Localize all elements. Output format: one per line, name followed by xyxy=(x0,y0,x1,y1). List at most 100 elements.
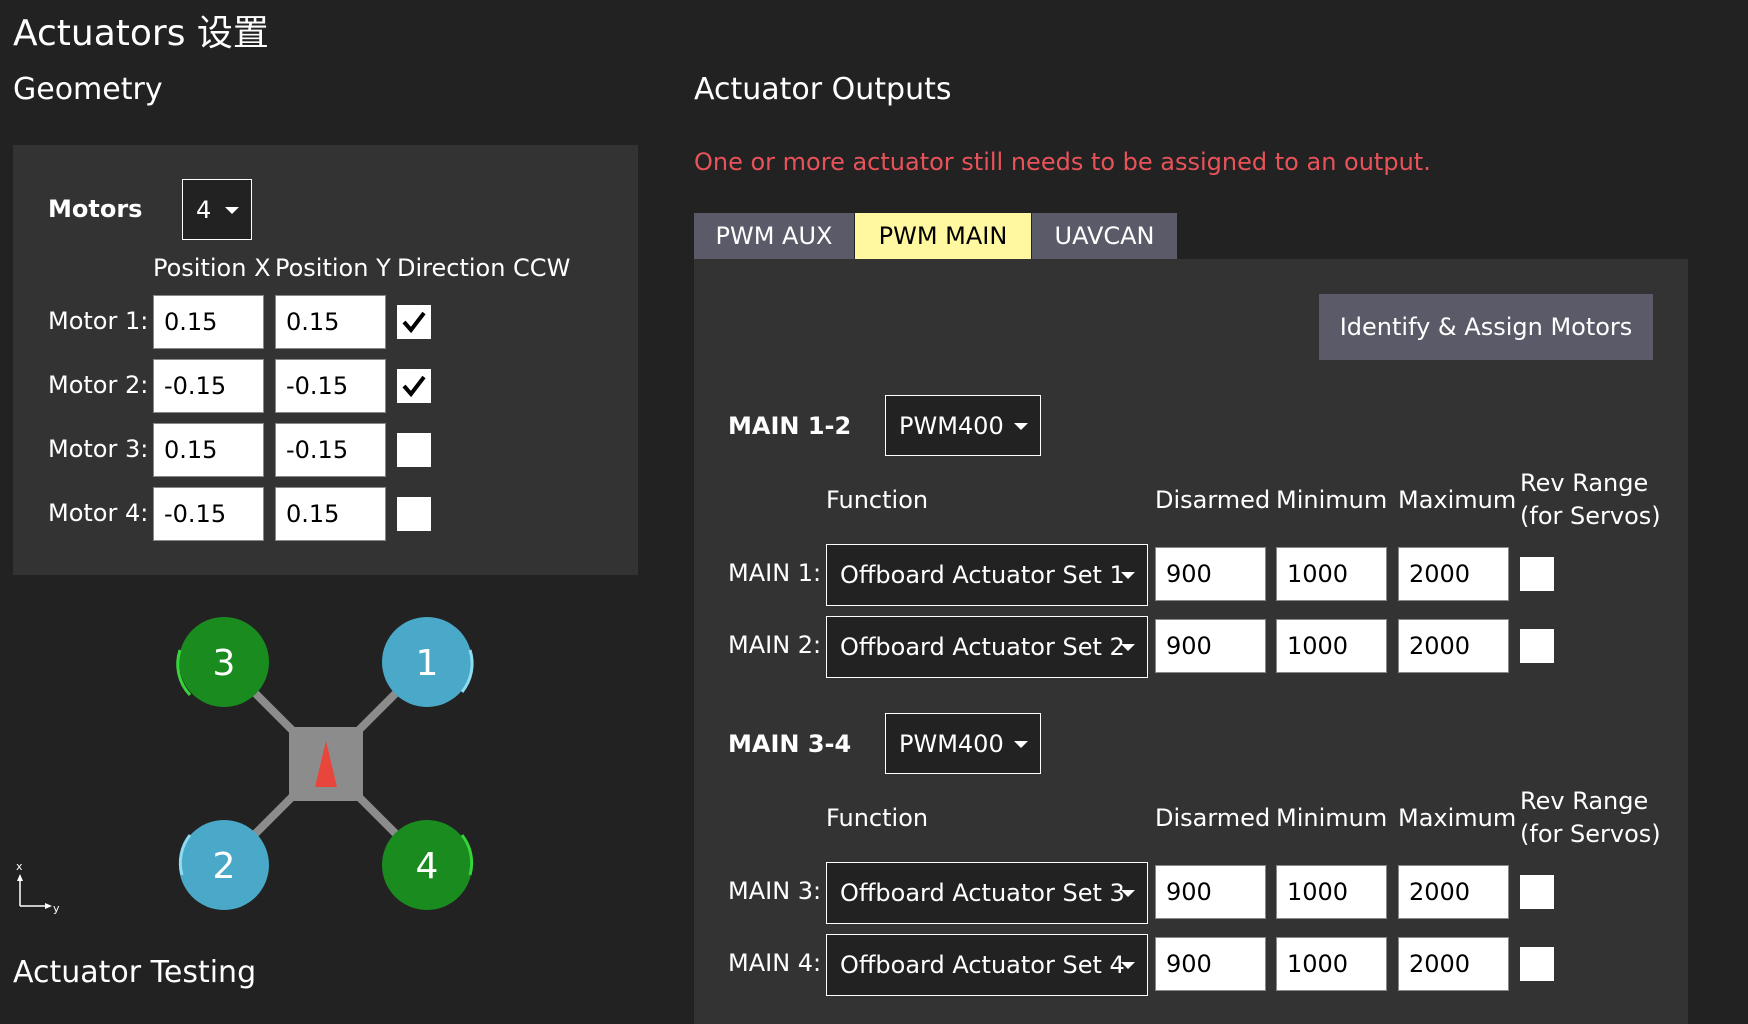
col-rev-range: Rev Range xyxy=(1520,469,1649,497)
geometry-diagram: 3 1 2 4 x y xyxy=(16,617,474,915)
col-disarmed: Disarmed xyxy=(1155,804,1271,832)
motor-2-position-x-input[interactable] xyxy=(153,359,264,413)
function-value: Offboard Actuator Set 4 xyxy=(840,951,1125,979)
motor-label: Motor 4: xyxy=(48,499,149,527)
function-select-main-3[interactable]: Offboard Actuator Set 3 xyxy=(826,862,1148,924)
function-select-main-4[interactable]: Offboard Actuator Set 4 xyxy=(826,934,1148,996)
group-label-main-3-4: MAIN 3-4 xyxy=(728,730,852,758)
function-select-main-2[interactable]: Offboard Actuator Set 2 xyxy=(826,616,1148,678)
rev-range-checkbox-main-3[interactable] xyxy=(1520,875,1554,909)
actuator-testing-heading: Actuator Testing xyxy=(13,955,257,990)
function-value: Offboard Actuator Set 1 xyxy=(840,561,1125,589)
motor-row-3: Motor 3: xyxy=(13,423,633,479)
minimum-input-main-1[interactable] xyxy=(1276,547,1387,601)
tab-pwm-main[interactable]: PWM MAIN xyxy=(855,213,1031,259)
channel-row-main-4: MAIN 4: Offboard Actuator Set 4 xyxy=(694,934,1684,996)
disarmed-input-main-4[interactable] xyxy=(1155,937,1266,991)
chevron-down-icon xyxy=(1121,644,1135,651)
page-title: Actuators 设置 xyxy=(13,13,269,54)
chevron-down-icon xyxy=(1121,890,1135,897)
col-function: Function xyxy=(826,486,929,514)
chevron-down-icon xyxy=(225,206,239,214)
col-rev-range: Rev Range xyxy=(1520,787,1649,815)
rev-range-checkbox-main-2[interactable] xyxy=(1520,629,1554,663)
motor-row-4: Motor 4: xyxy=(13,487,633,543)
col-maximum: Maximum xyxy=(1398,486,1517,514)
assignment-warning: One or more actuator still needs to be a… xyxy=(694,148,1431,176)
maximum-input-main-4[interactable] xyxy=(1398,937,1509,991)
disarmed-input-main-3[interactable] xyxy=(1155,865,1266,919)
minimum-input-main-2[interactable] xyxy=(1276,619,1387,673)
col-direction-ccw: Direction CCW xyxy=(397,254,571,282)
motor-2-position-y-input[interactable] xyxy=(275,359,386,413)
function-value: Offboard Actuator Set 3 xyxy=(840,879,1125,907)
chevron-down-icon xyxy=(1121,572,1135,579)
rotor-1-number: 1 xyxy=(416,643,439,684)
channel-row-main-1: MAIN 1: Offboard Actuator Set 1 xyxy=(694,544,1684,606)
chevron-down-icon xyxy=(1014,422,1028,430)
channel-label: MAIN 1: xyxy=(728,559,822,587)
protocol-value: PWM400 xyxy=(899,729,1004,758)
col-position-y: Position Y xyxy=(275,254,391,282)
tab-pwm-aux[interactable]: PWM AUX xyxy=(694,213,854,259)
motor-3-position-x-input[interactable] xyxy=(153,423,264,477)
motor-1-direction-ccw-checkbox[interactable] xyxy=(397,305,431,339)
checkmark-icon xyxy=(402,375,426,398)
checkmark-icon xyxy=(402,311,426,334)
rev-range-checkbox-main-1[interactable] xyxy=(1520,557,1554,591)
rev-range-checkbox-main-4[interactable] xyxy=(1520,947,1554,981)
motor-row-1: Motor 1: xyxy=(13,295,633,351)
motor-row-2: Motor 2: xyxy=(13,359,633,415)
maximum-input-main-1[interactable] xyxy=(1398,547,1509,601)
function-select-main-1[interactable]: Offboard Actuator Set 1 xyxy=(826,544,1148,606)
tab-uavcan[interactable]: UAVCAN xyxy=(1032,213,1177,259)
maximum-input-main-3[interactable] xyxy=(1398,865,1509,919)
disarmed-input-main-1[interactable] xyxy=(1155,547,1266,601)
motor-4-direction-ccw-checkbox[interactable] xyxy=(397,497,431,531)
rotor-4-number: 4 xyxy=(416,846,439,887)
col-function: Function xyxy=(826,804,929,832)
protocol-select-main-1-2[interactable]: PWM400 xyxy=(885,395,1041,456)
col-minimum: Minimum xyxy=(1276,804,1388,832)
col-position-x: Position X xyxy=(153,254,271,282)
motors-label: Motors xyxy=(48,195,143,223)
channel-row-main-2: MAIN 2: Offboard Actuator Set 2 xyxy=(694,616,1684,678)
motors-count-value: 4 xyxy=(196,195,212,224)
protocol-value: PWM400 xyxy=(899,411,1004,440)
channel-label: MAIN 3: xyxy=(728,877,822,905)
channel-row-main-3: MAIN 3: Offboard Actuator Set 3 xyxy=(694,862,1684,924)
maximum-input-main-2[interactable] xyxy=(1398,619,1509,673)
col-rev-range-note: (for Servos) xyxy=(1520,820,1661,848)
col-rev-range-note: (for Servos) xyxy=(1520,502,1661,530)
motor-1-position-x-input[interactable] xyxy=(153,295,264,349)
rotor-4: 4 xyxy=(382,820,474,910)
minimum-input-main-3[interactable] xyxy=(1276,865,1387,919)
chevron-down-icon xyxy=(1121,962,1135,969)
axis-indicator: x y xyxy=(16,860,60,915)
rotor-3: 3 xyxy=(176,617,269,707)
disarmed-input-main-2[interactable] xyxy=(1155,619,1266,673)
motor-4-position-x-input[interactable] xyxy=(153,487,264,541)
col-minimum: Minimum xyxy=(1276,486,1388,514)
motor-1-position-y-input[interactable] xyxy=(275,295,386,349)
motor-2-direction-ccw-checkbox[interactable] xyxy=(397,369,431,403)
protocol-select-main-3-4[interactable]: PWM400 xyxy=(885,713,1041,774)
chevron-down-icon xyxy=(1014,740,1028,748)
function-value: Offboard Actuator Set 2 xyxy=(840,633,1125,661)
group-label-main-1-2: MAIN 1-2 xyxy=(728,412,852,440)
axis-y-label: y xyxy=(53,902,60,915)
motor-label: Motor 3: xyxy=(48,435,149,463)
rotor-3-number: 3 xyxy=(213,643,236,684)
rotor-1: 1 xyxy=(382,617,474,707)
motor-label: Motor 2: xyxy=(48,371,149,399)
motor-3-position-y-input[interactable] xyxy=(275,423,386,477)
minimum-input-main-4[interactable] xyxy=(1276,937,1387,991)
geometry-panel: Motors 4 Position X Position Y Direction… xyxy=(13,145,638,575)
motor-4-position-y-input[interactable] xyxy=(275,487,386,541)
motor-3-direction-ccw-checkbox[interactable] xyxy=(397,433,431,467)
channel-label: MAIN 4: xyxy=(728,949,822,977)
identify-assign-motors-button[interactable]: Identify & Assign Motors xyxy=(1319,294,1653,360)
actuator-outputs-heading: Actuator Outputs xyxy=(694,72,952,107)
motors-count-select[interactable]: 4 xyxy=(182,179,252,240)
outputs-panel: Identify & Assign Motors MAIN 1-2 PWM400… xyxy=(694,259,1688,1024)
